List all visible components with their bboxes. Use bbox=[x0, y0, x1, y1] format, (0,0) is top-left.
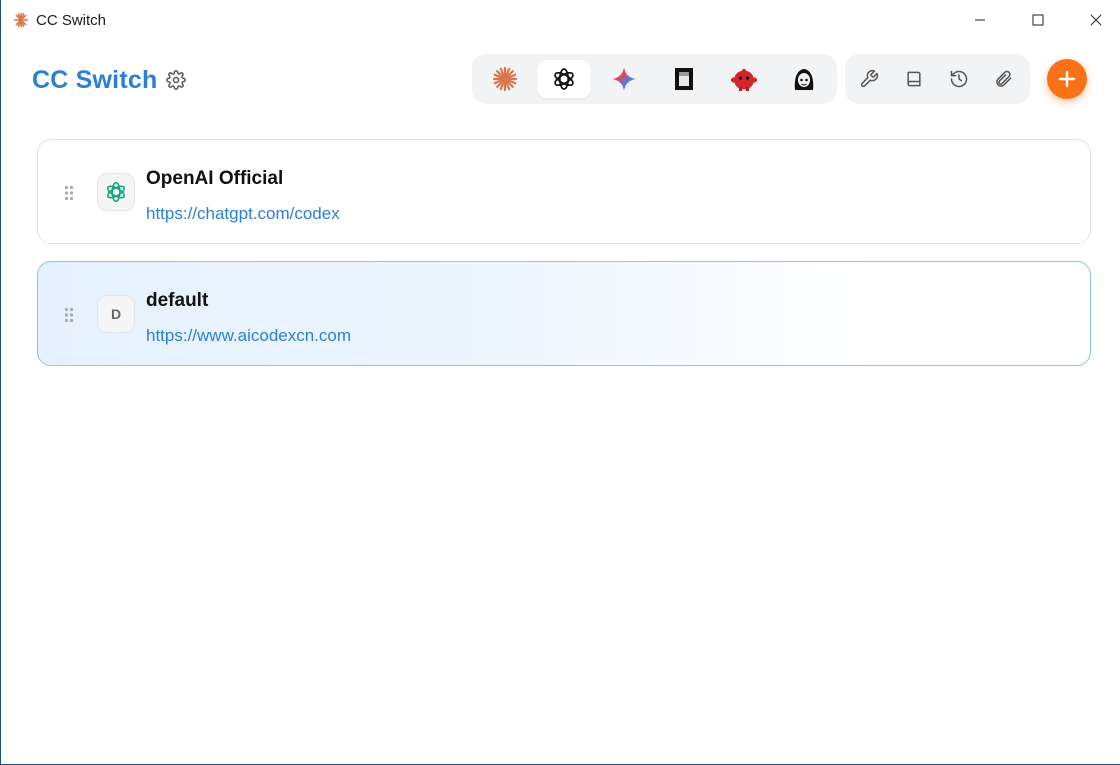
paperclip-icon bbox=[996, 70, 1012, 87]
drag-handle-icon[interactable] bbox=[64, 307, 74, 323]
openai-logo-icon bbox=[554, 68, 574, 90]
window-title: CC Switch bbox=[36, 12, 107, 29]
attachments-button[interactable] bbox=[985, 60, 1023, 98]
provider-url-link[interactable]: https://www.aicodexcn.com bbox=[146, 326, 351, 346]
character-avatar-icon bbox=[794, 69, 814, 90]
plus-icon bbox=[1058, 70, 1076, 88]
provider-name: default bbox=[146, 290, 209, 311]
gemini-sparkle-icon bbox=[612, 67, 636, 91]
provider-url-link[interactable]: https://chatgpt.com/codex bbox=[146, 204, 340, 224]
provider-avatar: D bbox=[97, 295, 135, 333]
provider-name: OpenAI Official bbox=[146, 168, 284, 189]
maximize-icon bbox=[1032, 14, 1044, 26]
close-button[interactable] bbox=[1068, 0, 1120, 40]
add-provider-button[interactable] bbox=[1047, 59, 1087, 99]
wrench-icon bbox=[860, 69, 879, 88]
provider-avatar bbox=[97, 173, 135, 211]
docs-button[interactable] bbox=[895, 60, 933, 98]
tab-character-app[interactable] bbox=[777, 60, 831, 98]
history-button[interactable] bbox=[940, 60, 978, 98]
claude-starburst-icon bbox=[492, 66, 518, 92]
tab-claude[interactable] bbox=[478, 60, 532, 98]
black-square-app-icon bbox=[675, 68, 693, 90]
provider-card[interactable]: OpenAI Official https://chatgpt.com/code… bbox=[37, 139, 1091, 244]
utility-toolbar bbox=[845, 54, 1030, 104]
tab-openai[interactable] bbox=[537, 60, 591, 98]
tab-terminal-app[interactable] bbox=[657, 60, 711, 98]
maximize-button[interactable] bbox=[1010, 0, 1066, 40]
title-bar: CC Switch bbox=[1, 0, 1120, 40]
book-icon bbox=[907, 71, 921, 87]
close-icon bbox=[1090, 14, 1102, 26]
gear-icon bbox=[166, 70, 186, 90]
provider-card-selected[interactable]: D default https://www.aicodexcn.com bbox=[37, 261, 1091, 366]
tab-gemini[interactable] bbox=[597, 60, 651, 98]
app-switcher bbox=[472, 54, 837, 104]
settings-button[interactable] bbox=[164, 68, 188, 92]
minimize-icon bbox=[975, 19, 985, 21]
history-icon bbox=[950, 70, 968, 88]
drag-handle-icon[interactable] bbox=[64, 185, 74, 201]
app-brand-title: CC Switch bbox=[32, 66, 158, 94]
openai-logo-icon bbox=[106, 181, 126, 203]
minimize-button[interactable] bbox=[952, 0, 1008, 40]
app-logo-icon bbox=[13, 12, 29, 28]
tab-red-app[interactable] bbox=[717, 60, 771, 98]
tools-button[interactable] bbox=[850, 60, 888, 98]
red-creature-icon bbox=[731, 68, 757, 91]
